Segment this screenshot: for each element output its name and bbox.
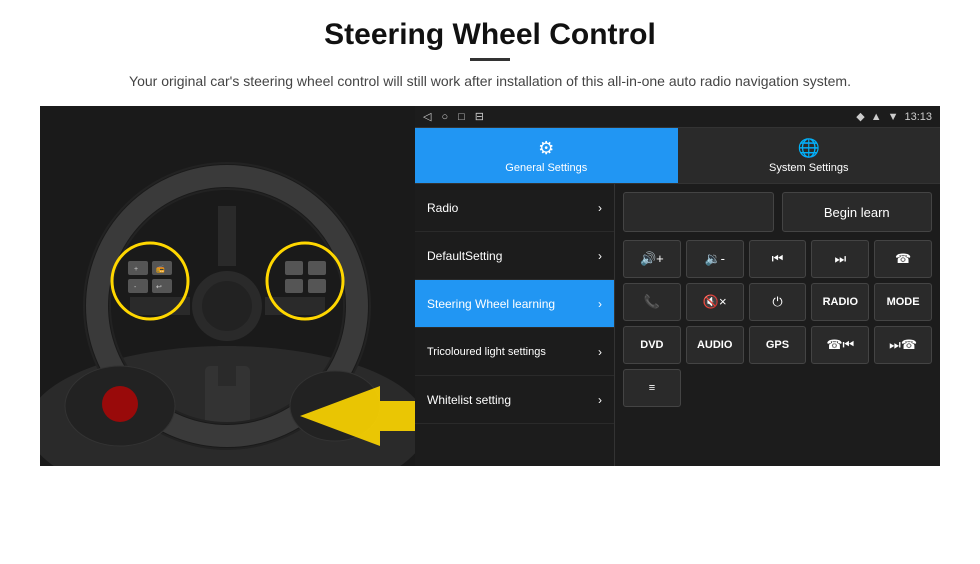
audio-label: AUDIO [697, 339, 732, 351]
title-divider [470, 58, 510, 61]
menu-arrow-whitelist: › [598, 393, 602, 407]
home-icon[interactable]: ○ [441, 111, 448, 123]
page-wrapper: Steering Wheel Control Your original car… [0, 0, 980, 564]
audio-button[interactable]: AUDIO [686, 326, 744, 364]
menu-item-whitelist-label: Whitelist setting [427, 393, 511, 407]
page-title: Steering Wheel Control [40, 18, 940, 52]
vol-down-icon: 🔉- [704, 251, 725, 267]
dvd-label: DVD [640, 339, 663, 351]
menu-icon-button[interactable]: ≡ [623, 369, 681, 407]
menu-arrow-steering: › [598, 297, 602, 311]
vol-up-icon: 🔊+ [640, 251, 664, 267]
phone-icon: ☎ [895, 251, 911, 267]
begin-learn-button[interactable]: Begin learn [782, 192, 933, 232]
tabs-row: ⚙ General Settings 🌐 System Settings [415, 128, 940, 184]
menu-item-tricoloured-label: Tricoloured light settings [427, 346, 546, 358]
tab-system[interactable]: 🌐 System Settings [678, 128, 941, 183]
prev-track-icon: ⏮ [772, 251, 784, 267]
svg-text:↩: ↩ [156, 284, 162, 291]
mode-label: MODE [887, 296, 920, 308]
radio-label: RADIO [823, 296, 858, 308]
radio-button[interactable]: RADIO [811, 283, 869, 321]
tab-system-label: System Settings [769, 162, 848, 174]
svg-text:+: + [134, 266, 138, 273]
menu-arrow-default: › [598, 249, 602, 263]
right-controls: Begin learn 🔊+ 🔉- ⏮ [615, 184, 940, 466]
answer-button[interactable]: 📞 [623, 283, 681, 321]
android-screen: ◁ ○ □ ⊟ ◆ ▲ ▼ 13:13 ⚙ General Settings [415, 106, 940, 466]
menu-item-tricoloured[interactable]: Tricoloured light settings › [415, 328, 614, 376]
menu-controls: Radio › DefaultSetting › Steering Wheel … [415, 184, 940, 466]
title-section: Steering Wheel Control Your original car… [40, 18, 940, 106]
signal-icon: ▲ [871, 111, 882, 123]
status-right: ◆ ▲ ▼ 13:13 [856, 110, 932, 123]
wifi-icon: ▼ [888, 111, 899, 123]
system-settings-icon: 🌐 [798, 138, 820, 159]
nav-icons: ◁ ○ □ ⊟ [423, 110, 484, 123]
location-icon: ◆ [856, 110, 864, 123]
tab-general[interactable]: ⚙ General Settings [415, 128, 678, 183]
phone-button[interactable]: ☎ [874, 240, 932, 278]
controls-row4: ≡ [623, 369, 932, 407]
menu-item-steering[interactable]: Steering Wheel learning › [415, 280, 614, 328]
status-bar: ◁ ○ □ ⊟ ◆ ▲ ▼ 13:13 [415, 106, 940, 128]
mode-button[interactable]: MODE [874, 283, 932, 321]
content-area: + - 📻 ↩ [40, 106, 940, 466]
steering-wheel-photo: + - 📻 ↩ [40, 106, 415, 466]
vol-down-button[interactable]: 🔉- [686, 240, 744, 278]
skip-phone-button[interactable]: ⏭☎ [874, 326, 932, 364]
clock: 13:13 [904, 111, 932, 123]
menu-icon: ≡ [649, 382, 655, 394]
grid-icon[interactable]: ⊟ [475, 110, 484, 123]
skip-phone-icon: ⏭☎ [889, 337, 917, 353]
tab-general-label: General Settings [505, 162, 587, 174]
menu-item-steering-label: Steering Wheel learning [427, 297, 555, 311]
gps-label: GPS [766, 339, 789, 351]
controls-row3: DVD AUDIO GPS ☎⏮ ⏭☎ [623, 326, 932, 364]
next-track-icon: ⏭ [834, 251, 846, 267]
recent-icon[interactable]: □ [458, 111, 465, 123]
svg-text:📻: 📻 [156, 265, 165, 273]
next-track-button[interactable]: ⏭ [811, 240, 869, 278]
power-icon: ⏻ [772, 294, 782, 310]
subtitle: Your original car's steering wheel contr… [40, 71, 940, 92]
menu-item-default[interactable]: DefaultSetting › [415, 232, 614, 280]
menu-arrow-radio: › [598, 201, 602, 215]
controls-row1: 🔊+ 🔉- ⏮ ⏭ ☎ [623, 240, 932, 278]
vol-up-button[interactable]: 🔊+ [623, 240, 681, 278]
left-menu: Radio › DefaultSetting › Steering Wheel … [415, 184, 615, 466]
mute-button[interactable]: 🔇× [686, 283, 744, 321]
mute-icon: 🔇× [703, 294, 727, 310]
dvd-button[interactable]: DVD [623, 326, 681, 364]
menu-item-default-label: DefaultSetting [427, 249, 502, 263]
controls-top-row: Begin learn [623, 192, 932, 232]
menu-item-whitelist[interactable]: Whitelist setting › [415, 376, 614, 424]
prev-track-button[interactable]: ⏮ [749, 240, 807, 278]
answer-icon: 📞 [644, 294, 660, 310]
general-settings-icon: ⚙ [538, 138, 554, 159]
empty-control-box [623, 192, 774, 232]
back-icon[interactable]: ◁ [423, 110, 431, 123]
power-button[interactable]: ⏻ [749, 283, 807, 321]
menu-item-radio[interactable]: Radio › [415, 184, 614, 232]
phone-prev-button[interactable]: ☎⏮ [811, 326, 869, 364]
phone-prev-icon: ☎⏮ [826, 337, 854, 353]
gps-button[interactable]: GPS [749, 326, 807, 364]
menu-arrow-tricoloured: › [598, 345, 602, 359]
menu-item-radio-label: Radio [427, 201, 458, 215]
controls-row2: 📞 🔇× ⏻ RADIO MODE [623, 283, 932, 321]
